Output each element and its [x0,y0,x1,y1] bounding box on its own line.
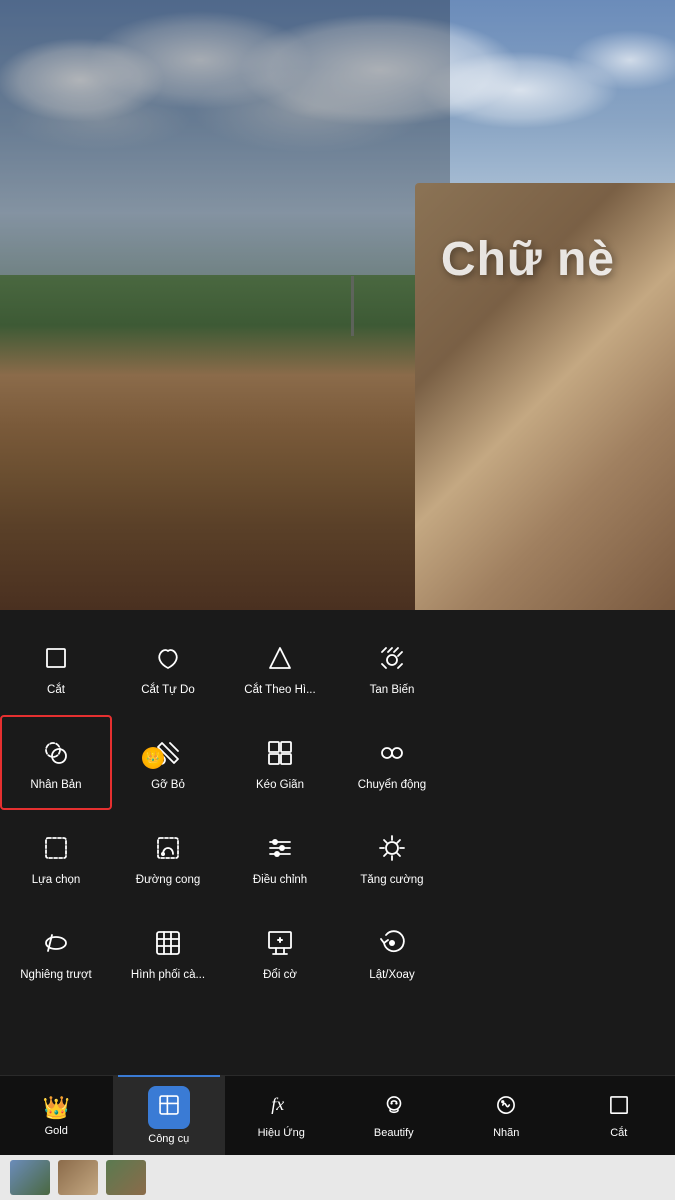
nav-beautify-label: Beautify [374,1127,414,1139]
photo-canvas: Chữ nè [0,0,675,610]
tool-hinh-phoi-ca[interactable]: Hình phối cà... [112,905,224,1000]
nav-cong-cu-label: Công cụ [148,1133,189,1145]
nhan-nav-icon [493,1092,519,1123]
cong-cu-nav-icon [148,1086,190,1129]
ad-thumbnail-1 [10,1160,50,1195]
cat-tu-do-icon [150,640,186,676]
nav-gold[interactable]: 👑 Gold [0,1076,113,1155]
tool-duong-cong-label: Đường cong [136,874,200,886]
ad-thumbnail-2 [58,1160,98,1195]
tool-lua-chon[interactable]: Lựa chọn [0,810,112,905]
tool-cat[interactable]: Cắt [0,620,112,715]
nav-gold-label: Gold [45,1125,68,1137]
tang-cuong-icon [374,830,410,866]
tool-doi-co-label: Đổi cờ [263,969,297,981]
tan-bien-icon [374,640,410,676]
tool-tang-cuong[interactable]: Tăng cường [336,810,448,905]
tool-lua-chon-label: Lựa chọn [32,874,81,886]
beautify-nav-icon [381,1092,407,1123]
hieu-ung-nav-icon: fx [268,1092,294,1123]
hinh-phoi-ca-icon [150,925,186,961]
tool-tan-bien[interactable]: Tan Biến [336,620,448,715]
tool-nhan-ban[interactable]: Nhân Bản [0,715,112,810]
doi-co-icon [262,925,298,961]
nghieng-truot-icon [38,925,74,961]
nav-beautify[interactable]: Beautify [338,1076,451,1155]
tool-dieu-chinh-label: Điều chỉnh [253,874,307,886]
ad-bar [0,1155,675,1200]
nav-hieu-ung[interactable]: fx Hiệu Ứng [225,1076,338,1155]
ad-thumbnail-3 [106,1160,146,1195]
svg-text:fx: fx [272,1094,285,1114]
tool-go-bo[interactable]: 👑 Gỡ Bỏ [112,715,224,810]
tool-dieu-chinh[interactable]: Điều chỉnh [224,810,336,905]
antenna [351,276,354,336]
tool-go-bo-label: Gỡ Bỏ [151,779,185,791]
tool-doi-co[interactable]: Đổi cờ [224,905,336,1000]
cat-icon [38,640,74,676]
tools-row-1: Cắt Cắt Tự Do Cắt Theo Hì... [0,620,450,715]
tool-nghieng-truot[interactable]: Nghiêng trượt [0,905,112,1000]
keo-gian-icon [262,735,298,771]
bottom-nav: 👑 Gold Công cụ fx Hiệu Ứng [0,1075,675,1155]
tool-nghieng-truot-label: Nghiêng trượt [20,969,92,981]
tool-lat-xoay[interactable]: Lật/Xoay [336,905,448,1000]
lua-chon-icon [38,830,74,866]
cat-theo-hi-icon [262,640,298,676]
gold-nav-icon: 👑 [43,1095,70,1121]
dieu-chinh-icon [262,830,298,866]
tool-chuyen-dong-label: Chuyển động [358,779,426,791]
tool-tan-bien-label: Tan Biến [370,684,415,696]
tool-cat-theo-hi-label: Cắt Theo Hì... [244,684,315,696]
duong-cong-icon [150,830,186,866]
nav-cat-label: Cắt [610,1127,627,1139]
tool-tang-cuong-label: Tăng cường [360,874,423,886]
gold-badge: 👑 [142,747,164,769]
tool-nhan-ban-label: Nhân Bản [30,779,81,791]
tools-grid: Cắt Cắt Tự Do Cắt Theo Hì... [0,610,675,1000]
tools-row-2: Nhân Bản 👑 Gỡ Bỏ [0,715,450,810]
tools-row-4: Nghiêng trượt Hình phối cà... [0,905,450,1000]
tools-row-3: Lựa chọn Đường cong [0,810,450,905]
bottom-panel: Cắt Cắt Tự Do Cắt Theo Hì... [0,610,675,1200]
tool-keo-gian[interactable]: Kéo Giãn [224,715,336,810]
tool-cat-tu-do[interactable]: Cắt Tự Do [112,620,224,715]
nav-nhan[interactable]: Nhãn [450,1076,563,1155]
tool-keo-gian-label: Kéo Giãn [256,779,304,791]
tool-lat-xoay-label: Lật/Xoay [369,969,414,981]
tool-chuyen-dong[interactable]: Chuyển động [336,715,448,810]
tool-hinh-phoi-ca-label: Hình phối cà... [131,969,205,981]
tool-cat-tu-do-label: Cắt Tự Do [141,684,195,696]
nav-cat[interactable]: Cắt [563,1076,675,1155]
photo-text-overlay: Chữ nè [441,232,615,287]
nhan-ban-icon [38,735,74,771]
tool-cat-theo-hi[interactable]: Cắt Theo Hì... [224,620,336,715]
tool-duong-cong[interactable]: Đường cong [112,810,224,905]
nav-hieu-ung-label: Hiệu Ứng [258,1127,305,1139]
chuyen-dong-icon [374,735,410,771]
lat-xoay-icon [374,925,410,961]
nav-cong-cu[interactable]: Công cụ [113,1076,226,1155]
cat-nav-icon [606,1092,632,1123]
tool-cat-label: Cắt [47,684,65,696]
nav-nhan-label: Nhãn [493,1127,519,1139]
